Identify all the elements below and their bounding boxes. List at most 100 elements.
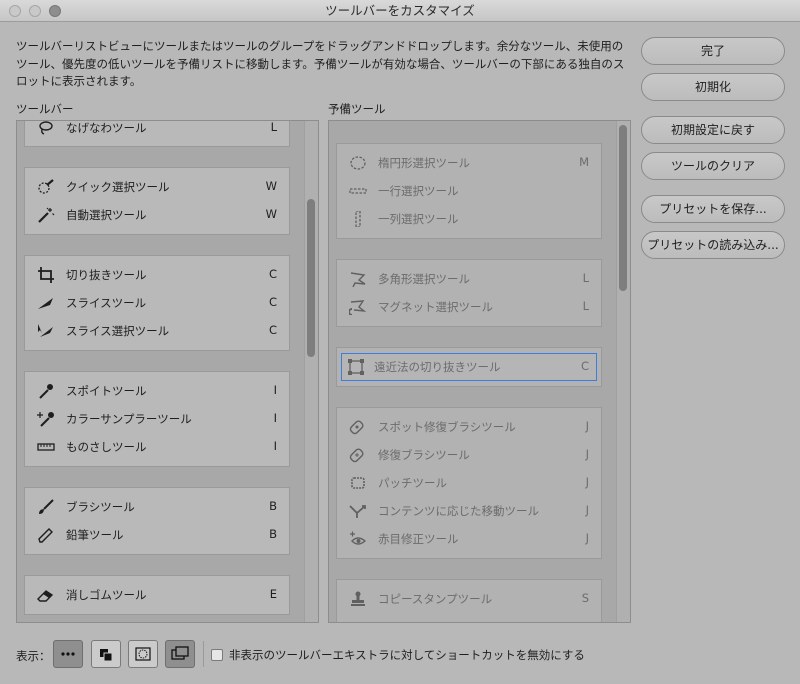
restore-defaults-button[interactable]: 初期設定に戻す: [641, 116, 785, 144]
load-preset-button[interactable]: プリセットの読み込み...: [641, 231, 785, 259]
minimize-window-button[interactable]: [29, 5, 41, 17]
tool-shortcut: W: [265, 179, 277, 193]
tool-name: スライス選択ツール: [66, 324, 170, 338]
disable-shortcuts-checkbox[interactable]: [211, 649, 223, 661]
ellipsis-icon: [61, 652, 75, 656]
tool-row-single-row-marquee[interactable]: 一行選択ツール: [337, 177, 601, 205]
tool-name: 修復ブラシツール: [378, 448, 470, 462]
tool-row-color-sampler[interactable]: カラーサンプラーツール I: [25, 405, 289, 433]
tool-row-eyedropper[interactable]: スポイトツール I: [25, 377, 289, 405]
eyedropper-icon: [37, 383, 55, 399]
customize-toolbar-dialog: ツールバーをカスタマイズ ツールバーリストビューにツールまたはツールのグループを…: [0, 0, 800, 684]
reserve-tools-list[interactable]: 楕円形選択ツール M 一行選択ツール 一列選択ツール 多角形選択ツール L マグ…: [328, 120, 631, 623]
tool-row-magic-wand[interactable]: 自動選択ツール W: [25, 201, 289, 229]
tool-group[interactable]: スポイトツール I カラーサンプラーツール I ものさしツール I: [24, 371, 290, 467]
tool-shortcut: C: [268, 267, 277, 281]
quick-mask-toggle-button[interactable]: [128, 640, 158, 668]
magnetic-lasso-icon: [348, 299, 367, 316]
zoom-window-button[interactable]: [49, 5, 61, 17]
tool-row-lasso[interactable]: なげなわツール L: [25, 121, 289, 142]
magic-wand-icon: [37, 207, 55, 223]
ruler-icon: [37, 439, 55, 455]
tool-row-quick-select[interactable]: クイック選択ツール W: [25, 173, 289, 201]
tool-group[interactable]: コピースタンプツール S: [336, 579, 602, 622]
tool-row-single-column-marquee[interactable]: 一列選択ツール: [337, 205, 601, 233]
tool-name: コピースタンプツール: [378, 592, 493, 606]
single-column-marquee-icon: [349, 210, 367, 228]
color-swatches-icon: [100, 649, 113, 662]
tool-row-content-aware-move[interactable]: コンテンツに応じた移動ツール J: [337, 497, 601, 525]
tool-row-polygon-lasso[interactable]: 多角形選択ツール L: [337, 265, 601, 293]
tool-row-ruler[interactable]: ものさしツール I: [25, 433, 289, 461]
scrollbar-thumb[interactable]: [619, 125, 627, 291]
tool-row-magnetic-lasso[interactable]: マグネット選択ツール L: [337, 293, 601, 321]
tool-group[interactable]: 遠近法の切り抜きツール C: [336, 347, 602, 387]
tool-row-red-eye[interactable]: 赤目修正ツール J: [337, 525, 601, 553]
tool-shortcut: S: [581, 591, 589, 605]
tool-row-spot-healing[interactable]: スポット修復ブラシツール J: [337, 413, 601, 441]
save-preset-button[interactable]: プリセットを保存...: [641, 195, 785, 223]
pencil-icon: [37, 527, 55, 543]
tool-group[interactable]: 多角形選択ツール L マグネット選択ツール L: [336, 259, 602, 327]
tool-name: 多角形選択ツール: [378, 272, 470, 286]
tool-shortcut: I: [273, 383, 277, 397]
tool-shortcut: J: [585, 419, 589, 433]
tool-row-slice-select[interactable]: スライス選択ツール C: [25, 317, 289, 345]
tool-row-pencil[interactable]: 鉛筆ツール B: [25, 521, 289, 549]
disable-shortcuts-label[interactable]: 非表示のツールバーエキストラに対してショートカットを無効にする: [229, 647, 585, 663]
tool-shortcut: C: [268, 323, 277, 337]
tool-group[interactable]: 消しゴムツール E: [24, 575, 290, 615]
reset-button[interactable]: 初期化: [641, 73, 785, 101]
patch-icon: [349, 475, 367, 491]
tool-row-crop[interactable]: 切り抜きツール C: [25, 261, 289, 289]
tool-name: 一行選択ツール: [378, 184, 459, 198]
tool-group[interactable]: なげなわツール L: [24, 121, 290, 147]
tool-name: 自動選択ツール: [66, 208, 147, 222]
tool-group[interactable]: スポット修復ブラシツール J 修復ブラシツール J パッチツール J コンテンツ…: [336, 407, 602, 559]
healing-brush-icon: [349, 447, 367, 463]
extras-toggle-button[interactable]: [53, 640, 83, 668]
tool-row-slice[interactable]: スライスツール C: [25, 289, 289, 317]
show-label: 表示：: [16, 649, 51, 663]
close-window-button[interactable]: [9, 5, 21, 17]
tool-row-healing-brush[interactable]: 修復ブラシツール J: [337, 441, 601, 469]
tool-name: 鉛筆ツール: [66, 528, 124, 542]
tool-group[interactable]: ブラシツール B 鉛筆ツール B: [24, 487, 290, 555]
reserve-list-label: 予備ツール: [328, 102, 386, 116]
tool-row-patch[interactable]: パッチツール J: [337, 469, 601, 497]
tool-shortcut: M: [579, 155, 589, 169]
tool-name: クイック選択ツール: [66, 180, 170, 194]
scrollbar-thumb[interactable]: [307, 199, 315, 357]
tool-row-ellipse-marquee[interactable]: 楕円形選択ツール M: [337, 149, 601, 177]
tool-group[interactable]: 切り抜きツール C スライスツール C スライス選択ツール C: [24, 255, 290, 351]
tool-group[interactable]: 楕円形選択ツール M 一行選択ツール 一列選択ツール: [336, 143, 602, 239]
tool-name: 遠近法の切り抜きツール: [374, 360, 501, 374]
tool-name: コンテンツに応じた移動ツール: [378, 504, 539, 518]
tool-shortcut: I: [273, 439, 277, 453]
tool-shortcut: J: [585, 475, 589, 489]
screen-mode-toggle-button[interactable]: [165, 640, 195, 668]
tool-name: スポット修復ブラシツール: [378, 420, 516, 434]
tool-row-clone-stamp[interactable]: コピースタンプツール S: [337, 585, 601, 613]
tool-group[interactable]: クイック選択ツール W 自動選択ツール W: [24, 167, 290, 235]
tool-shortcut: C: [268, 295, 277, 309]
clear-tools-button[interactable]: ツールのクリア: [641, 152, 785, 180]
eraser-icon: [37, 587, 55, 603]
brush-icon: [37, 499, 55, 515]
red-eye-icon: [349, 531, 367, 547]
tool-shortcut: L: [582, 271, 589, 285]
done-button[interactable]: 完了: [641, 37, 785, 65]
tool-row-brush[interactable]: ブラシツール B: [25, 493, 289, 521]
toolbar-list-scrollbar[interactable]: [304, 121, 318, 622]
tool-name: ものさしツール: [66, 440, 147, 454]
clone-stamp-icon: [349, 591, 367, 607]
lasso-icon: [37, 121, 55, 136]
reserve-list-scrollbar[interactable]: [616, 121, 630, 622]
tool-name: スライスツール: [66, 296, 147, 310]
color-swatches-toggle-button[interactable]: [91, 640, 121, 668]
divider: [203, 641, 204, 667]
toolbar-list[interactable]: なげなわツール L クイック選択ツール W 自動選択ツール W 切り抜きツール …: [16, 120, 319, 623]
tool-row-perspective-crop[interactable]: 遠近法の切り抜きツール C: [337, 353, 601, 381]
quick-select-icon: [37, 179, 55, 195]
tool-row-eraser[interactable]: 消しゴムツール E: [25, 581, 289, 609]
